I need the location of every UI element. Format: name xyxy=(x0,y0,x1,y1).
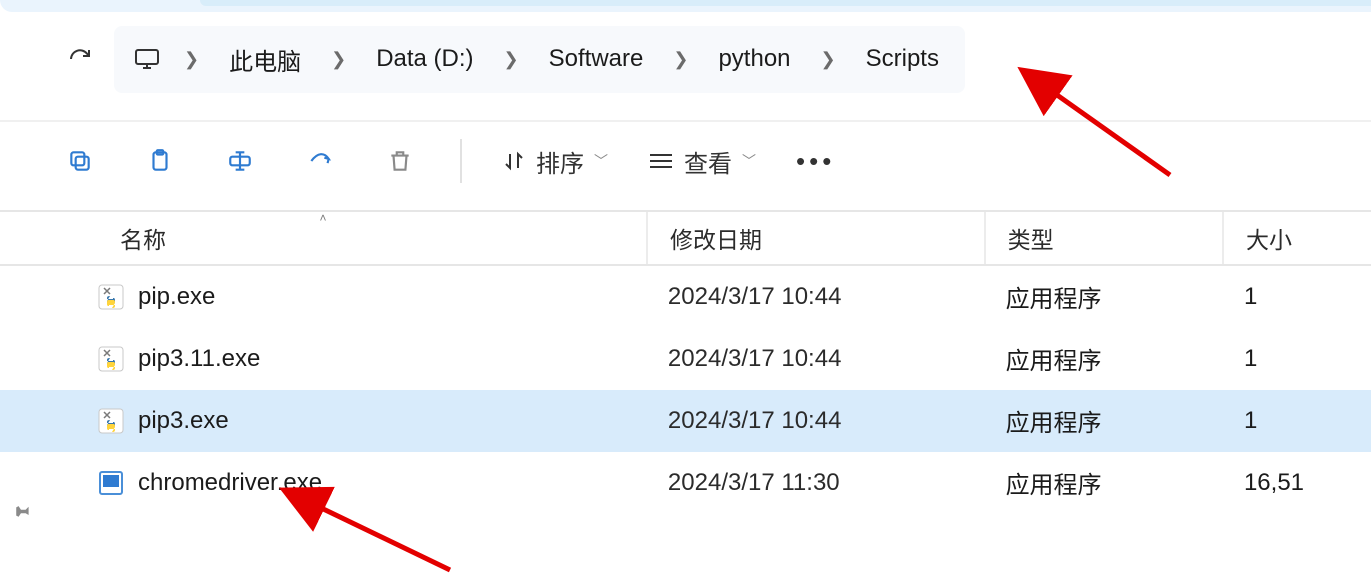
column-headers: 名称 ˄ 修改日期 类型 大小 xyxy=(0,210,1371,266)
file-type: 应用程序 xyxy=(984,465,1222,500)
file-name: pip3.exe xyxy=(138,407,229,435)
breadcrumb-item-0[interactable]: 此电脑 xyxy=(223,38,307,81)
file-name: chromedriver.exe xyxy=(138,469,322,497)
file-date: 2024/3/17 10:44 xyxy=(646,283,984,311)
breadcrumb-item-3[interactable]: python xyxy=(712,41,796,77)
column-header-type[interactable]: 类型 xyxy=(984,212,1222,264)
separator xyxy=(460,139,462,183)
column-header-date-label: 修改日期 xyxy=(670,221,762,255)
trash-icon xyxy=(387,148,413,174)
chevron-right-icon: ❯ xyxy=(817,49,840,70)
share-icon xyxy=(307,148,333,174)
table-row[interactable]: chromedriver.exe 2024/3/17 11:30应用程序16,51 xyxy=(0,452,1371,514)
rename-icon xyxy=(227,148,253,174)
view-label: 查看 xyxy=(684,144,732,179)
chevron-right-icon: ❯ xyxy=(327,49,350,70)
column-header-date[interactable]: 修改日期 xyxy=(646,212,984,264)
table-row[interactable]: pip3.11.exe 2024/3/17 10:44应用程序1 xyxy=(0,328,1371,390)
sort-label: 排序 xyxy=(536,144,584,179)
sort-icon xyxy=(502,149,526,173)
column-header-type-label: 类型 xyxy=(1008,221,1054,255)
view-dropdown[interactable]: 查看 ﹀ xyxy=(648,144,756,179)
share-button[interactable] xyxy=(300,141,340,181)
paste-button[interactable] xyxy=(140,141,180,181)
file-size: 1 xyxy=(1222,345,1371,373)
file-type: 应用程序 xyxy=(984,403,1222,438)
column-header-size-label: 大小 xyxy=(1246,221,1292,255)
breadcrumb-item-4[interactable]: Scripts xyxy=(860,41,945,77)
sort-dropdown[interactable]: 排序 ﹀ xyxy=(502,144,608,179)
refresh-icon xyxy=(68,47,92,71)
file-name: pip3.11.exe xyxy=(138,345,260,373)
chevron-right-icon: ❯ xyxy=(180,49,203,70)
copy-icon xyxy=(67,148,93,174)
breadcrumb-item-2[interactable]: Software xyxy=(543,41,650,77)
exe-icon xyxy=(98,470,124,496)
table-row[interactable]: pip.exe 2024/3/17 10:44应用程序1 xyxy=(0,266,1371,328)
python-exe-icon xyxy=(98,346,124,372)
file-name: pip.exe xyxy=(138,283,215,311)
sort-asc-icon: ˄ xyxy=(319,211,326,225)
more-button[interactable]: ••• xyxy=(796,146,835,177)
column-header-name-label: 名称 xyxy=(120,221,166,255)
chevron-right-icon: ❯ xyxy=(500,49,523,70)
file-size: 1 xyxy=(1222,283,1371,311)
rename-button[interactable] xyxy=(220,141,260,181)
breadcrumb-item-1[interactable]: Data (D:) xyxy=(370,41,479,77)
chevron-down-icon: ﹀ xyxy=(742,151,756,171)
breadcrumb[interactable]: ❯ 此电脑 ❯ Data (D:) ❯ Software ❯ python ❯ … xyxy=(114,26,965,93)
python-exe-icon xyxy=(98,408,124,434)
column-header-name[interactable]: 名称 ˄ xyxy=(0,212,646,264)
toolbar: 排序 ﹀ 查看 ﹀ ••• xyxy=(0,120,1371,200)
file-list: pip.exe2024/3/17 10:44应用程序1pip3.11.exe20… xyxy=(0,266,1371,514)
pc-icon xyxy=(134,48,160,70)
file-size: 16,51 xyxy=(1222,469,1371,497)
file-size: 1 xyxy=(1222,407,1371,435)
file-date: 2024/3/17 10:44 xyxy=(646,407,984,435)
file-type: 应用程序 xyxy=(984,341,1222,376)
file-type: 应用程序 xyxy=(984,279,1222,314)
paste-icon xyxy=(147,148,173,174)
python-exe-icon xyxy=(98,284,124,310)
file-date: 2024/3/17 10:44 xyxy=(646,345,984,373)
address-bar: ❯ 此电脑 ❯ Data (D:) ❯ Software ❯ python ❯ … xyxy=(0,20,1371,98)
table-row[interactable]: pip3.exe 2024/3/17 10:44应用程序1 xyxy=(0,390,1371,452)
delete-button[interactable] xyxy=(380,141,420,181)
chevron-right-icon: ❯ xyxy=(669,49,692,70)
view-icon xyxy=(648,151,674,171)
copy-button[interactable] xyxy=(60,141,100,181)
chevron-down-icon: ﹀ xyxy=(594,151,608,171)
file-date: 2024/3/17 11:30 xyxy=(646,469,984,497)
column-header-size[interactable]: 大小 xyxy=(1222,212,1371,264)
left-gutter xyxy=(10,500,30,526)
refresh-button[interactable] xyxy=(60,39,100,79)
